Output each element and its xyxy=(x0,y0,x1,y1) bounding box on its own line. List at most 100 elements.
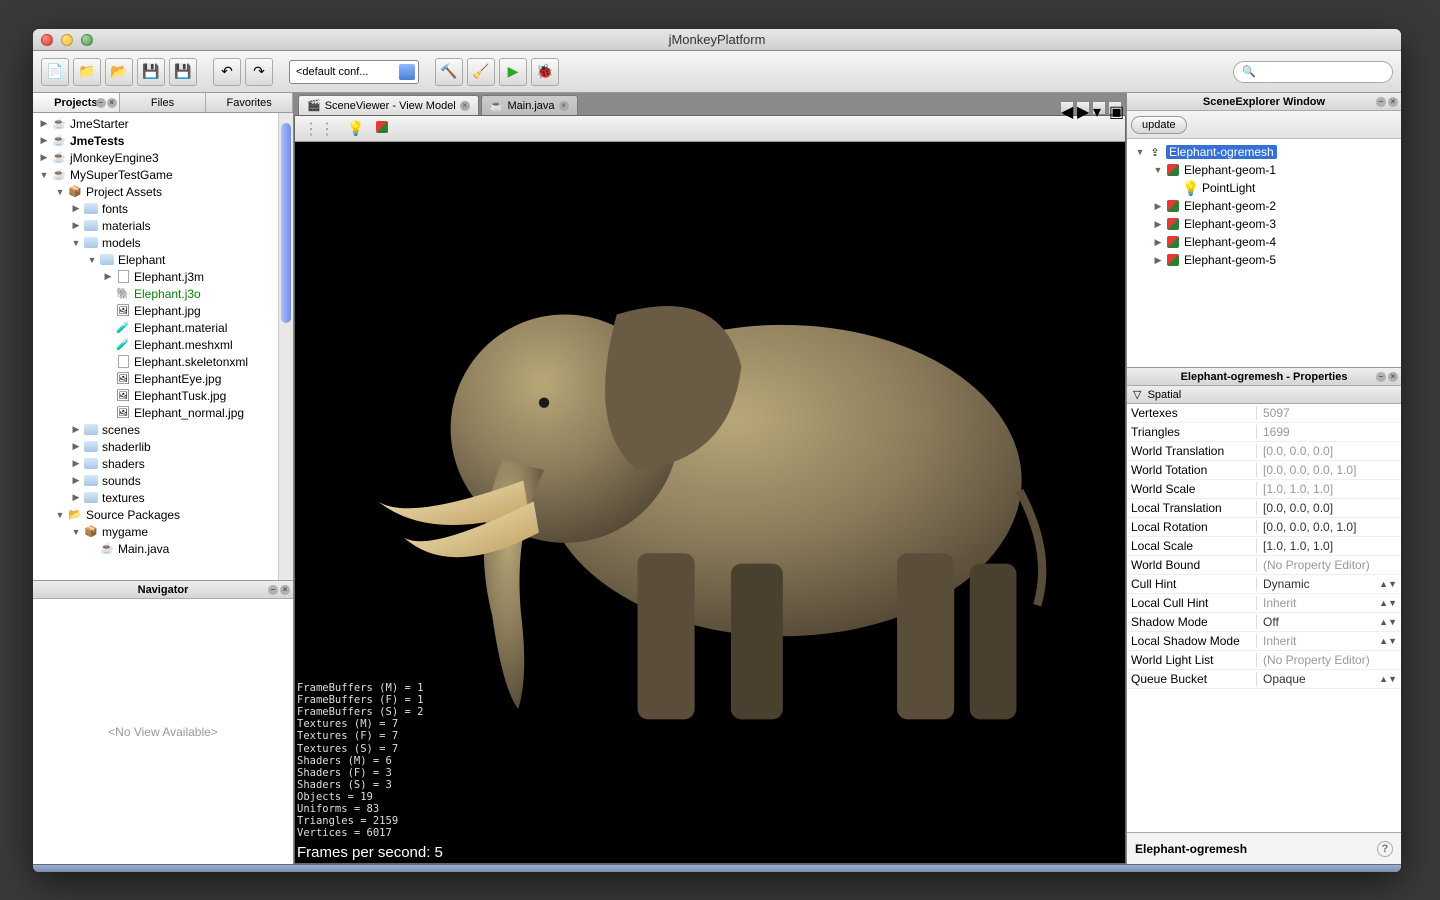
scene-tree-item[interactable]: ▶Elephant-geom-3 xyxy=(1129,215,1399,233)
titlebar[interactable]: jMonkeyPlatform xyxy=(33,29,1401,51)
tree-item[interactable]: ▶☕jMonkeyEngine3 xyxy=(33,149,293,166)
tree-item[interactable]: ▶materials xyxy=(33,217,293,234)
property-row[interactable]: Local Translation[0.0, 0.0, 0.0] xyxy=(1127,499,1401,518)
tree-item[interactable]: 🧪Elephant.meshxml xyxy=(33,336,293,353)
tree-item[interactable]: ▼☕MySuperTestGame xyxy=(33,166,293,183)
minimize-icon[interactable]: – xyxy=(268,585,278,595)
new-project-button[interactable]: 📁 xyxy=(73,58,101,86)
property-value[interactable]: [0.0, 0.0, 0.0] xyxy=(1257,501,1401,515)
property-row[interactable]: Cull HintDynamic▲▼ xyxy=(1127,575,1401,594)
property-section[interactable]: ▽ Spatial xyxy=(1127,386,1401,404)
viewport-3d[interactable]: FrameBuffers (M) = 1 FrameBuffers (F) = … xyxy=(295,142,1125,863)
scene-tree-item[interactable]: ▶Elephant-geom-4 xyxy=(1129,233,1399,251)
scene-tree-item[interactable]: ▼⇪Elephant-ogremesh xyxy=(1129,143,1399,161)
chevron-updown-icon[interactable]: ▲▼ xyxy=(1379,598,1397,608)
property-row[interactable]: Queue BucketOpaque▲▼ xyxy=(1127,670,1401,689)
property-row[interactable]: Local Scale[1.0, 1.0, 1.0] xyxy=(1127,537,1401,556)
tree-item[interactable]: ▶shaders xyxy=(33,455,293,472)
scene-tree-item[interactable]: ▼Elephant-geom-1 xyxy=(1129,161,1399,179)
chevron-updown-icon[interactable]: ▲▼ xyxy=(1379,674,1397,684)
build-button[interactable]: 🔨 xyxy=(435,58,463,86)
tab-list-button[interactable]: ▾ xyxy=(1092,101,1106,115)
tree-item[interactable]: 🐘Elephant.j3o xyxy=(33,285,293,302)
property-row[interactable]: Shadow ModeOff▲▼ xyxy=(1127,613,1401,632)
tree-item[interactable]: Elephant.skeletonxml xyxy=(33,353,293,370)
maximize-editor-button[interactable]: ▣ xyxy=(1108,101,1122,115)
run-config-dropdown[interactable]: <default conf... xyxy=(289,60,419,84)
tree-item[interactable]: 🖼ElephantTusk.jpg xyxy=(33,387,293,404)
tree-item[interactable]: 🧪Elephant.material xyxy=(33,319,293,336)
scene-tree[interactable]: ▼⇪Elephant-ogremesh▼Elephant-geom-1💡Poin… xyxy=(1127,139,1401,367)
clean-build-button[interactable]: 🧹 xyxy=(467,58,495,86)
tree-item[interactable]: ▶shaderlib xyxy=(33,438,293,455)
search-input[interactable]: 🔍 xyxy=(1233,61,1393,83)
tree-item[interactable]: ☕Main.java xyxy=(33,540,293,557)
tab-projects[interactable]: Projects –× xyxy=(33,93,120,112)
cube-toggle-button[interactable] xyxy=(376,120,388,138)
property-row[interactable]: Local Rotation[0.0, 0.0, 0.0, 1.0] xyxy=(1127,518,1401,537)
update-button[interactable]: update xyxy=(1131,116,1187,134)
undo-button[interactable]: ↶ xyxy=(213,58,241,86)
scroll-thumb[interactable] xyxy=(281,123,291,323)
chevron-updown-icon[interactable]: ▲▼ xyxy=(1379,636,1397,646)
run-button[interactable]: ▶ xyxy=(499,58,527,86)
tree-item[interactable]: 🖼Elephant_normal.jpg xyxy=(33,404,293,421)
zoom-window-button[interactable] xyxy=(81,34,93,46)
redo-button[interactable]: ↷ xyxy=(245,58,273,86)
close-tab-icon[interactable]: × xyxy=(559,101,569,111)
tree-item[interactable]: ▶☕JmeTests xyxy=(33,132,293,149)
property-value[interactable]: [1.0, 1.0, 1.0] xyxy=(1257,539,1401,553)
editor-tab[interactable]: ☕Main.java× xyxy=(481,95,578,115)
open-button[interactable]: 📂 xyxy=(105,58,133,86)
tree-item[interactable]: ▼models xyxy=(33,234,293,251)
minimize-window-button[interactable] xyxy=(61,34,73,46)
close-icon[interactable]: × xyxy=(280,585,290,595)
tree-item[interactable]: ▶☕JmeStarter xyxy=(33,115,293,132)
property-value[interactable]: Opaque▲▼ xyxy=(1257,672,1401,686)
tree-item[interactable]: ▶textures xyxy=(33,489,293,506)
project-tree[interactable]: ▶☕JmeStarter▶☕JmeTests▶☕jMonkeyEngine3▼☕… xyxy=(33,113,293,580)
tree-item[interactable]: 🖼ElephantEye.jpg xyxy=(33,370,293,387)
tree-item[interactable]: ▼📦Project Assets xyxy=(33,183,293,200)
tree-item[interactable]: ▶scenes xyxy=(33,421,293,438)
minimize-icon[interactable]: – xyxy=(1376,97,1386,107)
chevron-updown-icon[interactable]: ▲▼ xyxy=(1379,579,1397,589)
minimize-icon[interactable]: – xyxy=(1376,372,1386,382)
close-window-button[interactable] xyxy=(41,34,53,46)
editor-tab[interactable]: 🎬SceneViewer - View Model× xyxy=(298,95,479,115)
close-icon[interactable]: × xyxy=(107,98,117,108)
new-file-button[interactable]: 📄 xyxy=(41,58,69,86)
close-icon[interactable]: × xyxy=(1388,97,1398,107)
save-all-button[interactable]: 💾 xyxy=(169,58,197,86)
property-value[interactable]: Off▲▼ xyxy=(1257,615,1401,629)
save-button[interactable]: 💾 xyxy=(137,58,165,86)
scene-explorer-header[interactable]: SceneExplorer Window –× xyxy=(1127,93,1401,111)
tab-scroll-left-button[interactable]: ◀ xyxy=(1060,101,1074,115)
close-icon[interactable]: × xyxy=(1388,372,1398,382)
chevron-updown-icon[interactable]: ▲▼ xyxy=(1379,617,1397,627)
property-value[interactable]: [0.0, 0.0, 0.0, 1.0] xyxy=(1257,520,1401,534)
close-tab-icon[interactable]: × xyxy=(460,101,470,111)
tab-favorites[interactable]: Favorites xyxy=(206,93,293,112)
tree-item[interactable]: ▼📦mygame xyxy=(33,523,293,540)
tree-item[interactable]: ▼Elephant xyxy=(33,251,293,268)
scene-tree-item[interactable]: ▶Elephant-geom-5 xyxy=(1129,251,1399,269)
tree-item[interactable]: ▶fonts xyxy=(33,200,293,217)
debug-button[interactable]: 🐞 xyxy=(531,58,559,86)
minimize-icon[interactable]: – xyxy=(96,98,106,108)
tab-scroll-right-button[interactable]: ▶ xyxy=(1076,101,1090,115)
property-key: Local Cull Hint xyxy=(1127,596,1257,610)
tab-files[interactable]: Files xyxy=(120,93,207,112)
tree-item[interactable]: ▶sounds xyxy=(33,472,293,489)
scrollbar[interactable] xyxy=(278,113,293,580)
property-value[interactable]: Dynamic▲▼ xyxy=(1257,577,1401,591)
tree-item[interactable]: 🖼Elephant.jpg xyxy=(33,302,293,319)
tree-item[interactable]: ▶Elephant.j3m xyxy=(33,268,293,285)
scene-tree-item[interactable]: ▶Elephant-geom-2 xyxy=(1129,197,1399,215)
scene-tree-item[interactable]: 💡PointLight xyxy=(1129,179,1399,197)
light-toggle-button[interactable]: 💡 xyxy=(347,120,364,137)
help-icon[interactable]: ? xyxy=(1377,841,1393,857)
properties-header[interactable]: Elephant-ogremesh - Properties –× xyxy=(1127,368,1401,386)
navigator-header[interactable]: Navigator –× xyxy=(33,581,293,599)
tree-item[interactable]: ▼📂Source Packages xyxy=(33,506,293,523)
